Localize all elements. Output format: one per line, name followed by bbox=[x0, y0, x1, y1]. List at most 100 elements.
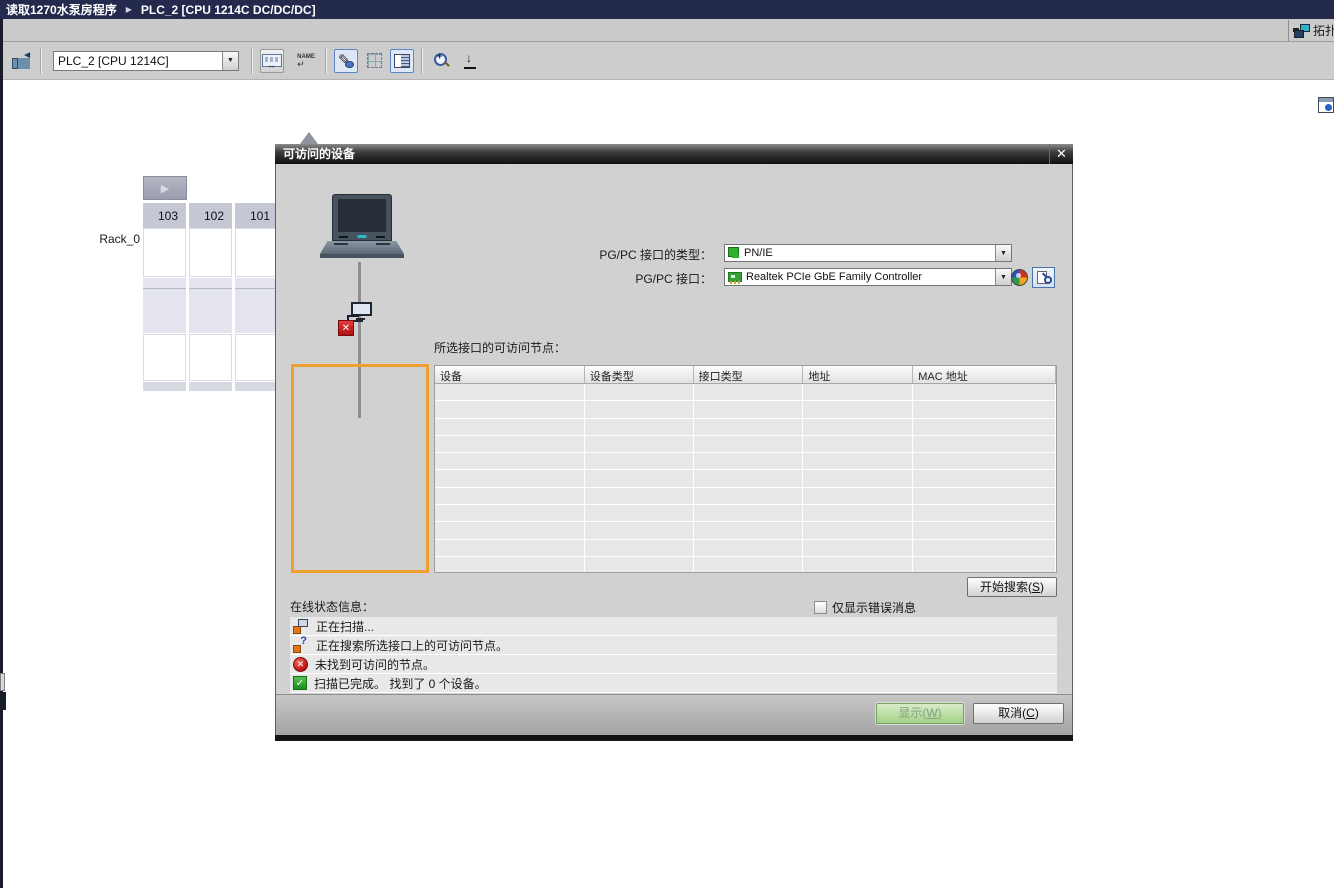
table-column-header: MAC 地址 bbox=[913, 366, 1056, 383]
zoom-fit-button[interactable] bbox=[458, 49, 482, 73]
table-cell bbox=[694, 488, 804, 505]
zoom-button[interactable] bbox=[430, 49, 454, 73]
show-names-button[interactable]: NAME ↵ bbox=[294, 49, 318, 73]
table-row[interactable] bbox=[435, 419, 1056, 436]
rack-row[interactable] bbox=[143, 228, 278, 277]
dialog-footer: 显示(W) 取消(C) bbox=[275, 694, 1073, 735]
rack-slot-cell[interactable] bbox=[189, 334, 232, 381]
toolbar-divider bbox=[251, 48, 253, 74]
table-cell bbox=[435, 384, 585, 401]
table-cell bbox=[585, 557, 694, 573]
online-status-list: 正在扫描...正在搜索所选接口上的可访问节点。✕未找到可访问的节点。✓扫描已完成… bbox=[290, 617, 1057, 697]
breadcrumb-separator-icon: ▶ bbox=[126, 5, 132, 14]
table-cell bbox=[694, 401, 804, 418]
dialog-pointer-icon bbox=[300, 132, 318, 144]
search-nodes-icon bbox=[293, 638, 309, 653]
rack-expand-button[interactable]: ▶ bbox=[143, 176, 187, 200]
table-cell bbox=[694, 522, 804, 539]
pnie-icon bbox=[728, 247, 740, 259]
table-cell bbox=[435, 522, 585, 539]
show-button[interactable]: 显示(W) bbox=[876, 703, 964, 724]
table-row[interactable] bbox=[435, 488, 1056, 505]
rack-slot-cell[interactable] bbox=[143, 334, 186, 381]
table-row[interactable] bbox=[435, 470, 1056, 487]
table-cell bbox=[435, 488, 585, 505]
checkbox-icon[interactable] bbox=[814, 601, 827, 614]
table-row[interactable] bbox=[435, 436, 1056, 453]
rack-slot-cell[interactable] bbox=[189, 278, 232, 333]
table-cell bbox=[803, 522, 913, 539]
topology-icon bbox=[1294, 24, 1309, 38]
pgpc-type-value: PN/IE bbox=[744, 247, 995, 259]
close-icon[interactable]: ✕ bbox=[1049, 144, 1073, 164]
chevron-down-icon[interactable]: ▼ bbox=[995, 269, 1011, 285]
dialog-title: 可访问的设备 bbox=[275, 144, 1073, 164]
table-cell bbox=[435, 540, 585, 557]
rack-slot-cell[interactable] bbox=[235, 334, 278, 381]
toggle-overview-button[interactable] bbox=[390, 49, 414, 73]
table-row[interactable] bbox=[435, 384, 1056, 401]
only-errors-checkbox[interactable]: 仅显示错误消息 bbox=[814, 599, 916, 616]
rack-slot-cell[interactable] bbox=[189, 382, 232, 391]
table-row[interactable] bbox=[435, 401, 1056, 418]
connection-broken-icon: ✕ bbox=[338, 302, 372, 340]
pgpc-type-dropdown[interactable]: PN/IE ▼ bbox=[724, 244, 1012, 262]
rack-slot-cell[interactable] bbox=[189, 228, 232, 277]
table-row[interactable] bbox=[435, 540, 1056, 557]
chevron-down-icon[interactable]: ▼ bbox=[222, 52, 238, 70]
table-cell bbox=[585, 540, 694, 557]
device-selector-dropdown[interactable]: PLC_2 [CPU 1214C] ▼ bbox=[53, 51, 239, 71]
table-cell bbox=[585, 522, 694, 539]
table-cell bbox=[435, 419, 585, 436]
rack-row[interactable] bbox=[143, 334, 278, 381]
error-icon: ✕ bbox=[293, 657, 308, 672]
chevron-down-icon[interactable]: ▼ bbox=[995, 245, 1011, 261]
rack-slot-cell[interactable] bbox=[235, 228, 278, 277]
rack-row[interactable] bbox=[143, 278, 278, 333]
table-cell bbox=[435, 557, 585, 573]
breadcrumb-project[interactable]: 读取1270水泵房程序 bbox=[6, 1, 117, 18]
accessible-devices-dialog: 可访问的设备 ✕ ✕ PG/PC 接口的类型： PN/IE ▼ PG/PC 接口… bbox=[275, 144, 1073, 741]
network-settings-globe-icon[interactable] bbox=[1011, 269, 1028, 286]
table-cell bbox=[694, 419, 804, 436]
tia-portal-window: 读取1270水泵房程序 ▶ PLC_2 [CPU 1214C DC/DC/DC]… bbox=[0, 0, 1334, 888]
table-cell bbox=[435, 436, 585, 453]
table-cell bbox=[803, 419, 913, 436]
table-row[interactable] bbox=[435, 522, 1056, 539]
rack-slot-cell[interactable] bbox=[143, 278, 186, 333]
rack-slot-cell[interactable] bbox=[235, 382, 278, 391]
tab-topology-view[interactable]: 拓扑 bbox=[1288, 20, 1334, 41]
cancel-button[interactable]: 取消(C) bbox=[973, 703, 1064, 724]
table-cell bbox=[913, 384, 1056, 401]
rack-row[interactable] bbox=[143, 382, 278, 391]
table-row[interactable] bbox=[435, 557, 1056, 573]
device-view-toolbar: PLC_2 [CPU 1214C] ▼ NAME ↵ bbox=[0, 42, 1334, 80]
breadcrumb-device[interactable]: PLC_2 [CPU 1214C DC/DC/DC] bbox=[141, 3, 316, 17]
measure-button[interactable] bbox=[260, 49, 284, 73]
table-cell bbox=[694, 436, 804, 453]
pgpc-interface-value: Realtek PCIe GbE Family Controller bbox=[746, 271, 995, 283]
toolbar-divider bbox=[421, 48, 423, 74]
table-cell bbox=[913, 436, 1056, 453]
rack-slot-header: 102 bbox=[189, 203, 232, 228]
interface-properties-button[interactable] bbox=[1032, 267, 1055, 288]
rack-slot-cell[interactable] bbox=[235, 278, 278, 333]
table-cell bbox=[585, 419, 694, 436]
pgpc-interface-dropdown[interactable]: Realtek PCIe GbE Family Controller ▼ bbox=[724, 268, 1012, 286]
success-icon: ✓ bbox=[293, 676, 307, 690]
table-row[interactable] bbox=[435, 505, 1056, 522]
go-to-network-button[interactable] bbox=[9, 49, 33, 73]
edit-mode-button[interactable] bbox=[334, 49, 358, 73]
table-row[interactable] bbox=[435, 453, 1056, 470]
start-search-button[interactable]: 开始搜索(S) bbox=[967, 577, 1057, 597]
selected-device-panel[interactable]: 闪烁 LED bbox=[291, 364, 429, 573]
dialog-body: ✕ PG/PC 接口的类型： PN/IE ▼ PG/PC 接口： Realtek… bbox=[275, 164, 1073, 694]
rack-slot-cell[interactable] bbox=[143, 228, 186, 277]
accessible-nodes-table: 设备设备类型接口类型地址MAC 地址 bbox=[434, 365, 1057, 573]
table-cell bbox=[803, 505, 913, 522]
table-cell bbox=[694, 470, 804, 487]
toggle-grid-button[interactable] bbox=[362, 49, 386, 73]
table-cell bbox=[803, 384, 913, 401]
measure-icon bbox=[262, 54, 282, 67]
rack-slot-cell[interactable] bbox=[143, 382, 186, 391]
